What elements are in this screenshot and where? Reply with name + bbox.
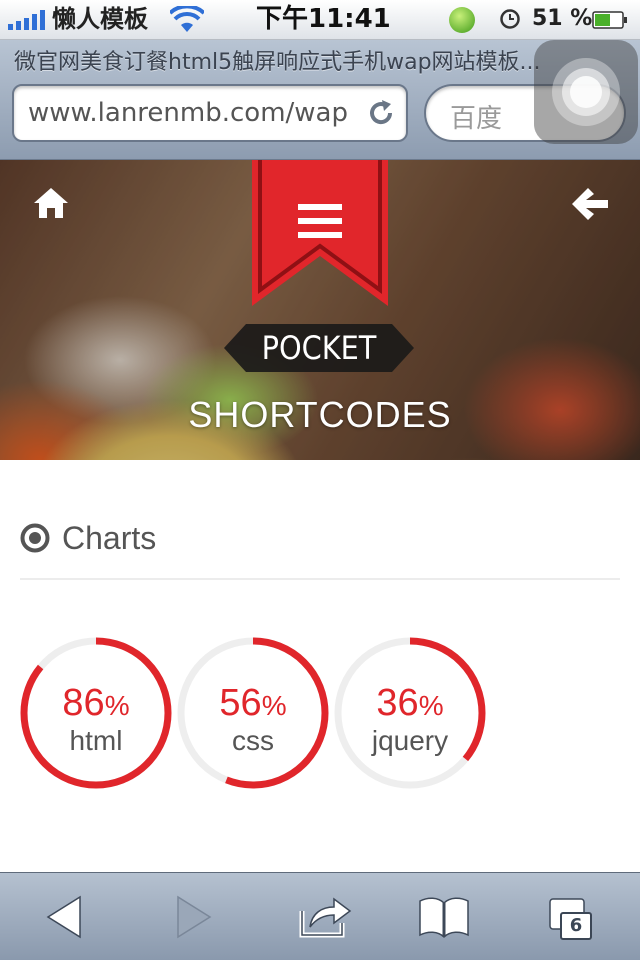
forward-icon[interactable]: [162, 891, 222, 943]
home-icon[interactable]: [32, 186, 70, 220]
back-arrow-icon[interactable]: [570, 186, 610, 222]
url-field[interactable]: www.lanrenmb.com/wap: [12, 84, 408, 142]
share-icon[interactable]: [294, 891, 354, 943]
target-icon: [20, 523, 50, 553]
menu-icon: [298, 204, 342, 238]
wifi-icon: [170, 6, 204, 32]
browser-toolbar: 6: [0, 872, 640, 960]
back-icon[interactable]: [36, 891, 96, 943]
app-plus-icon: [449, 7, 475, 33]
status-bar: 懒人模板 下午11:41 51 %: [0, 0, 640, 40]
tab-count-badge[interactable]: 6: [560, 912, 592, 940]
menu-button[interactable]: [252, 160, 388, 306]
hero-subtitle: SHORTCODES: [188, 394, 452, 435]
bookmarks-icon[interactable]: [414, 891, 474, 943]
alarm-clock-icon: [500, 9, 520, 29]
url-text: www.lanrenmb.com/wap: [28, 98, 348, 128]
signal-icon: [8, 10, 45, 30]
ring-label: css: [232, 725, 274, 756]
assistive-touch-button[interactable]: [534, 40, 638, 144]
ring-label: jquery: [371, 725, 449, 756]
charts-row: 86% html 56% css 36% jquery: [20, 637, 620, 789]
hero-header: POCKET SHORTCODES: [0, 160, 640, 460]
status-time: 下午11:41: [256, 4, 391, 34]
ring-label: html: [69, 725, 123, 756]
carrier-name: 懒人模板: [52, 5, 148, 33]
search-placeholder: 百度: [450, 104, 503, 134]
browser-chrome: 微官网美食订餐html5触屏响应式手机wap网站模板... www.lanren…: [0, 40, 640, 160]
ring-chart-jquery: 36% jquery: [334, 637, 486, 789]
battery-percent: 51 %: [532, 6, 593, 31]
battery-icon: [592, 11, 627, 29]
pocket-logo-text: POCKET: [261, 329, 377, 367]
reload-icon[interactable]: [366, 98, 396, 128]
page-title: 微官网美食订餐html5触屏响应式手机wap网站模板...: [14, 50, 541, 75]
section-title: Charts: [62, 520, 157, 556]
ring-chart-css: 56% css: [177, 637, 329, 789]
ring-chart-html: 86% html: [20, 637, 172, 789]
section-header: Charts: [20, 518, 620, 580]
